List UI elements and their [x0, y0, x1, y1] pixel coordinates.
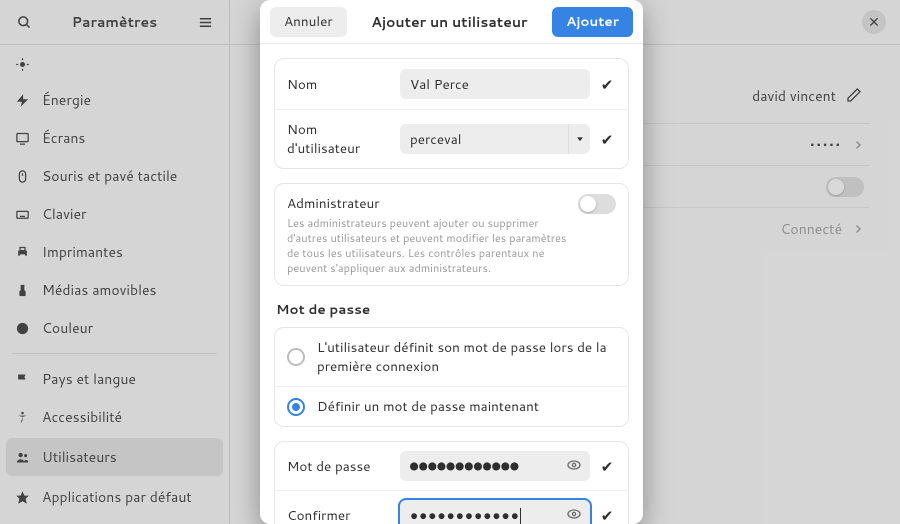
- admin-description: Les administrateurs peuvent ajouter ou s…: [287, 216, 568, 275]
- confirm-label: Confirmer: [287, 506, 392, 524]
- password-section-title: Mot de passe: [276, 300, 627, 319]
- dialog-title: Ajouter un utilisateur: [347, 12, 552, 32]
- dialog-header: Annuler Ajouter un utilisateur Ajouter: [260, 0, 643, 44]
- radio-icon: [287, 348, 305, 366]
- eye-icon[interactable]: [566, 506, 582, 522]
- radio-set-later[interactable]: L'utilisateur définit son mot de passe l…: [275, 328, 628, 386]
- password-input[interactable]: ●●●●●●●●●●●●: [400, 451, 590, 481]
- radio-set-now[interactable]: Définir un mot de passe maintenant: [275, 386, 628, 426]
- add-button[interactable]: Ajouter: [552, 7, 633, 37]
- admin-card: Administrateur Les administrateurs peuve…: [274, 183, 629, 286]
- check-icon: ✔: [598, 129, 616, 150]
- check-icon: ✔: [598, 74, 616, 95]
- admin-switch[interactable]: [578, 194, 616, 214]
- password-fields-card: Mot de passe ●●●●●●●●●●●● ✔ Confirmer ●●…: [274, 441, 629, 524]
- password-label: Mot de passe: [287, 457, 392, 476]
- cancel-button[interactable]: Annuler: [270, 7, 347, 37]
- chevron-down-icon[interactable]: [568, 124, 590, 154]
- check-icon: ✔: [598, 505, 616, 524]
- name-input[interactable]: Val Perce: [400, 69, 590, 99]
- username-combo[interactable]: perceval: [400, 124, 590, 154]
- identity-card: Nom Val Perce ✔ Nom d'utilisateur percev…: [274, 58, 629, 169]
- password-mode-card: L'utilisateur définit son mot de passe l…: [274, 327, 629, 427]
- radio-icon: [287, 398, 305, 416]
- admin-title: Administrateur: [287, 194, 568, 213]
- eye-icon[interactable]: [566, 457, 582, 473]
- username-label: Nom d'utilisateur: [287, 120, 392, 158]
- add-user-dialog: Annuler Ajouter un utilisateur Ajouter N…: [260, 0, 643, 524]
- check-icon: ✔: [598, 456, 616, 477]
- name-label: Nom: [287, 75, 392, 94]
- confirm-password-input[interactable]: ●●●●●●●●●●●●: [400, 500, 590, 524]
